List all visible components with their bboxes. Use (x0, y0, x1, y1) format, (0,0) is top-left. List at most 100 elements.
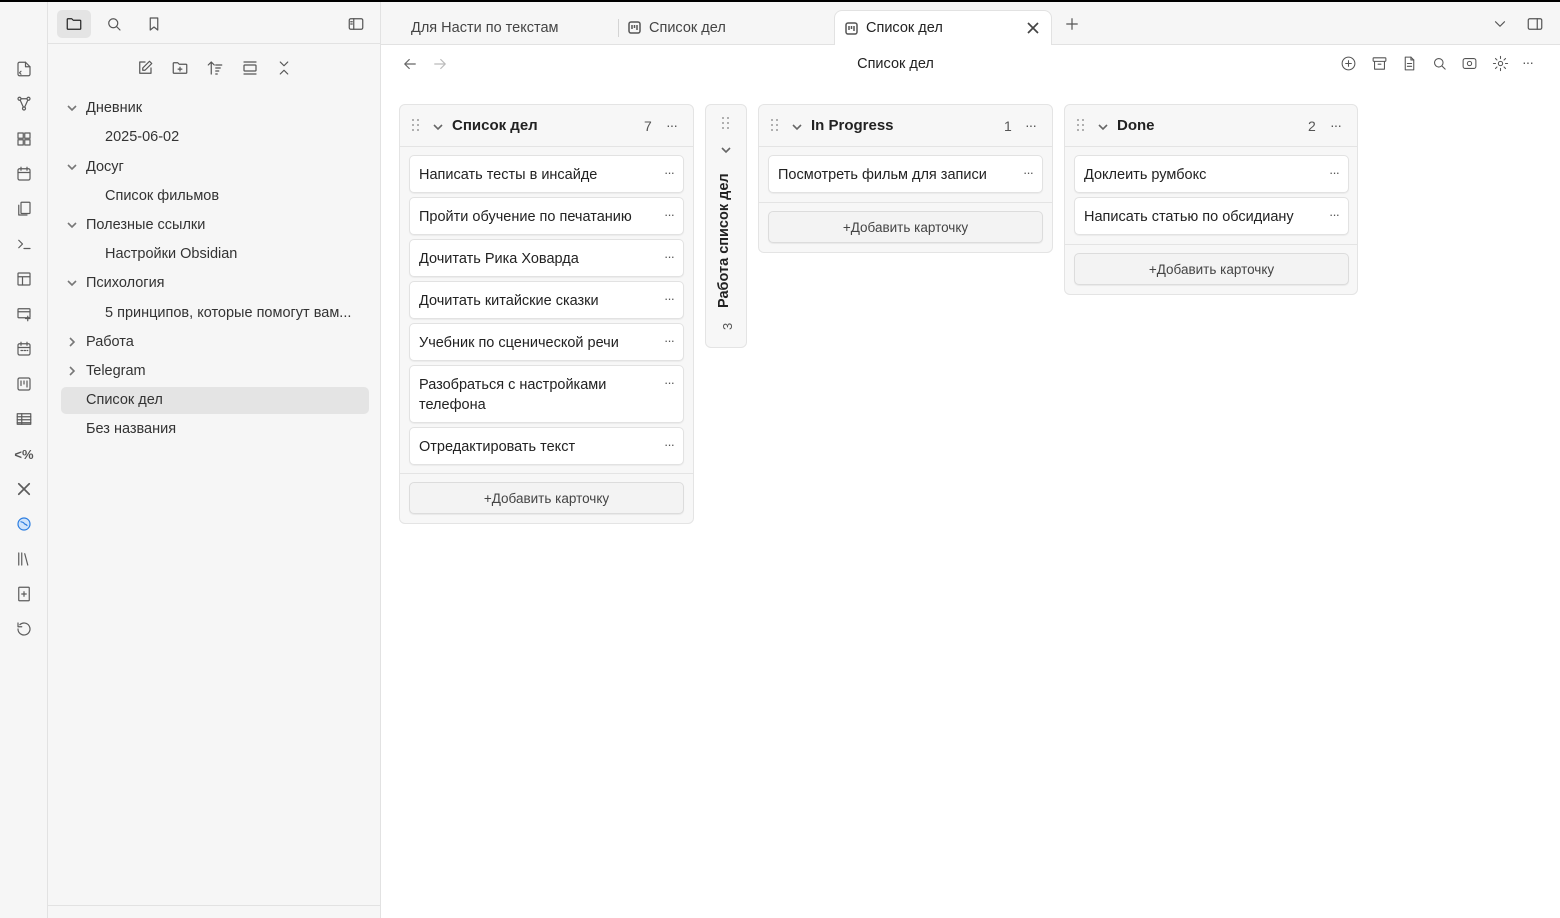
kanban-card[interactable]: Пройти обучение по печатанию ··· (409, 197, 684, 235)
tree-file-obsidian-settings[interactable]: Настройки Obsidian (105, 241, 237, 267)
kanban-card[interactable]: Дочитать китайские сказки ··· (409, 281, 684, 319)
kanban-card[interactable]: Написать тесты в инсайде ··· (409, 155, 684, 193)
drag-handle-icon[interactable] (1077, 119, 1087, 133)
collapse-lane-chevron-icon[interactable] (791, 120, 803, 132)
tree-folder-links[interactable]: Полезные ссылки (67, 212, 205, 238)
chevron-down-icon (66, 102, 78, 114)
kanban-card[interactable]: Отредактировать текст ··· (409, 427, 684, 465)
tree-folder-dosug[interactable]: Досуг (67, 154, 124, 180)
card-more-icon[interactable]: ··· (664, 249, 675, 264)
tab-list-chevron-down-icon[interactable] (1483, 10, 1517, 38)
tree-folder-work[interactable]: Работа (69, 329, 134, 355)
tab-dlya-nasti[interactable]: Для Насти по текстам (401, 10, 616, 45)
new-tab-icon[interactable] (1055, 10, 1089, 38)
chevron-down-icon (66, 277, 78, 289)
kanban-card[interactable]: Дочитать Рика Ховарда ··· (409, 239, 684, 277)
calendar-icon[interactable] (12, 337, 36, 361)
card-more-icon[interactable]: ··· (664, 291, 675, 306)
lane-more-icon[interactable]: ··· (1330, 117, 1346, 133)
search-icon[interactable] (1431, 55, 1451, 75)
drag-handle-icon[interactable] (412, 119, 422, 133)
markdown-view-icon[interactable] (1401, 55, 1421, 75)
close-tab-icon[interactable] (1025, 20, 1041, 36)
library-icon[interactable] (12, 547, 36, 571)
collapse-sidebar-icon[interactable] (339, 10, 373, 38)
lane-more-icon[interactable]: ··· (1025, 117, 1041, 133)
files-tab-folder-icon[interactable] (57, 10, 91, 38)
card-more-icon[interactable]: ··· (1329, 207, 1340, 222)
card-more-icon[interactable]: ··· (1329, 165, 1340, 180)
lane-title[interactable]: Список дел (452, 117, 538, 134)
collapse-lane-chevron-icon[interactable] (432, 120, 444, 132)
auto-reveal-icon[interactable] (233, 54, 267, 82)
kanban-icon[interactable] (12, 372, 36, 396)
chevron-down-icon (66, 219, 78, 231)
table-icon[interactable] (12, 407, 36, 431)
card-more-icon[interactable]: ··· (664, 437, 675, 452)
sort-order-icon[interactable] (198, 54, 232, 82)
graph-view-icon[interactable] (12, 92, 36, 116)
tools-icon[interactable] (12, 477, 36, 501)
new-note-icon[interactable] (128, 54, 162, 82)
drag-handle-icon[interactable] (771, 119, 781, 133)
kanban-card[interactable]: Доклеить румбокс ··· (1074, 155, 1349, 193)
new-board-icon[interactable] (12, 302, 36, 326)
kanban-card[interactable]: Написать статью по обсидиану ··· (1074, 197, 1349, 235)
card-more-icon[interactable]: ··· (664, 375, 675, 390)
card-more-icon[interactable]: ··· (664, 207, 675, 222)
card-more-icon[interactable]: ··· (664, 333, 675, 348)
settings-gear-icon[interactable] (1492, 55, 1512, 75)
more-options-icon[interactable]: ··· (1522, 54, 1542, 74)
add-card-button[interactable]: +Добавить карточку (409, 482, 684, 514)
tab-spisok-del-active[interactable]: Список дел (834, 10, 1052, 45)
tree-folder-psychology[interactable]: Психология (67, 270, 165, 296)
tab-spisok-del-1[interactable]: Список дел (618, 10, 833, 45)
tree-folder-telegram[interactable]: Telegram (69, 358, 146, 384)
canvas-icon[interactable] (12, 127, 36, 151)
drag-handle-icon[interactable] (722, 117, 732, 131)
lane-title[interactable]: Done (1117, 117, 1155, 134)
add-card-button[interactable]: +Добавить карточку (768, 211, 1043, 243)
add-list-icon[interactable] (1340, 55, 1360, 75)
layout-icon[interactable] (12, 267, 36, 291)
templates-icon[interactable] (12, 197, 36, 221)
card-more-icon[interactable]: ··· (1023, 165, 1034, 180)
lane-title-vertical[interactable]: Работа список дел (716, 173, 732, 308)
board-view-icon[interactable] (1461, 55, 1481, 75)
collapse-lane-chevron-icon[interactable] (1097, 120, 1109, 132)
tree-file-label: 5 принципов, которые помогут вам... (105, 305, 352, 321)
lane-count: 7 (644, 118, 652, 134)
tree-file-untitled[interactable]: Без названия (86, 416, 176, 442)
lane-title[interactable]: In Progress (811, 117, 894, 134)
kanban-card[interactable]: Учебник по сценической речи ··· (409, 323, 684, 361)
command-palette-icon[interactable] (12, 232, 36, 256)
collapse-all-icon[interactable] (267, 54, 301, 82)
kanban-card[interactable]: Разобраться с настройками телефона ··· (409, 365, 684, 423)
tree-file-todo-list[interactable]: Список дел (86, 387, 163, 413)
toggle-right-sidebar-icon[interactable] (1518, 10, 1552, 38)
open-quick-switcher-icon[interactable] (12, 57, 36, 81)
card-more-icon[interactable]: ··· (664, 165, 675, 180)
tree-file-2025-06-02[interactable]: 2025-06-02 (105, 124, 179, 150)
tree-file-films[interactable]: Список фильмов (105, 183, 219, 209)
archive-icon[interactable] (1371, 55, 1391, 75)
tree-folder-dnevnik[interactable]: Дневник (67, 95, 142, 121)
tree-file-principles[interactable]: 5 принципов, которые помогут вам... (105, 300, 351, 326)
new-folder-icon[interactable] (163, 54, 197, 82)
kanban-card[interactable]: Посмотреть фильм для записи ··· (768, 155, 1043, 193)
lane-count: 1 (1004, 118, 1012, 134)
search-tab-icon[interactable] (97, 10, 131, 38)
expand-lane-chevron-icon[interactable] (720, 143, 732, 155)
templater-icon[interactable]: <% (12, 442, 36, 466)
bookmarks-tab-icon[interactable] (137, 10, 171, 38)
add-card-button[interactable]: +Добавить карточку (1074, 253, 1349, 285)
daily-note-icon[interactable] (12, 162, 36, 186)
view-title[interactable]: Список дел (381, 56, 1410, 72)
card-text: Посмотреть фильм для записи (778, 167, 987, 183)
kanban-lane-collapsed[interactable]: 3 Работа список дел (705, 104, 747, 348)
note-toolbar-icon[interactable] (12, 582, 36, 606)
card-text: Написать тесты в инсайде (419, 167, 598, 183)
globe-icon[interactable] (12, 512, 36, 536)
lane-more-icon[interactable]: ··· (666, 117, 682, 133)
history-icon[interactable] (12, 617, 36, 641)
